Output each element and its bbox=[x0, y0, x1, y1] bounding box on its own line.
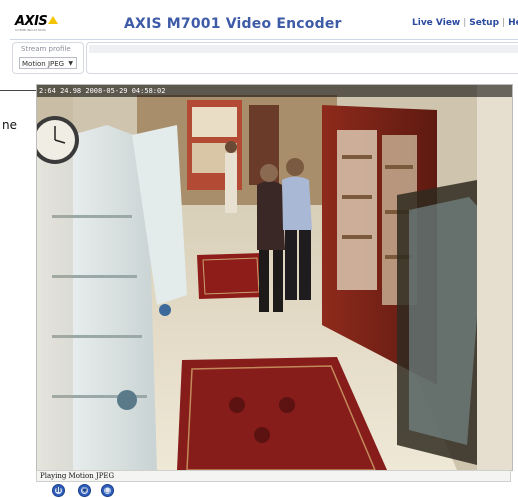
page-header: AXIS COMMUNICATIONS AXIS M7001 Video Enc… bbox=[0, 0, 518, 40]
axis-logo[interactable]: AXIS bbox=[15, 14, 59, 29]
stream-profile-panel: Stream profile Motion JPEG ▼ bbox=[12, 42, 84, 74]
nav-separator: | bbox=[502, 18, 506, 28]
stream-profile-label: Stream profile bbox=[21, 45, 71, 53]
snapshot-icon-glyph: ◉ bbox=[81, 486, 88, 494]
toolbar-strip bbox=[89, 45, 518, 53]
chevron-down-icon: ▼ bbox=[68, 60, 73, 67]
nav-link-live-view[interactable]: Live View bbox=[412, 18, 460, 28]
side-callout-line bbox=[0, 90, 36, 91]
side-callout-text: ne bbox=[2, 118, 17, 132]
logo-tagline: COMMUNICATIONS bbox=[15, 28, 46, 32]
nav-link-help[interactable]: He bbox=[508, 18, 518, 28]
nav-separator: | bbox=[463, 18, 467, 28]
top-nav: Live View|Setup|He bbox=[412, 18, 518, 28]
playback-status-bar: Playing Motion JPEG bbox=[36, 470, 511, 482]
logo-text: AXIS bbox=[15, 14, 48, 29]
video-overlay-text: 2:64 24.98 2008-05-29 04:58:02 bbox=[39, 87, 166, 95]
live-video-view[interactable]: 2:64 24.98 2008-05-29 04:58:02 bbox=[36, 84, 513, 471]
stream-profile-value: Motion JPEG bbox=[22, 60, 65, 68]
logo-triangle-icon bbox=[48, 16, 59, 24]
page-title: AXIS M7001 Video Encoder bbox=[124, 16, 342, 32]
header-divider bbox=[10, 39, 518, 40]
toolbar-area bbox=[86, 42, 518, 74]
pause-icon-glyph: II bbox=[55, 486, 62, 494]
snapshot-button[interactable]: ◉ bbox=[78, 484, 91, 497]
nav-link-setup[interactable]: Setup bbox=[469, 18, 499, 28]
pause-button[interactable]: II bbox=[52, 484, 65, 497]
view-full-size-button[interactable]: ▢ bbox=[101, 484, 114, 497]
stream-profile-select[interactable]: Motion JPEG ▼ bbox=[19, 57, 77, 69]
playback-status-text: Playing Motion JPEG bbox=[40, 472, 115, 480]
camera-image bbox=[37, 85, 512, 470]
view-full-size-icon-glyph: ▢ bbox=[104, 486, 111, 494]
